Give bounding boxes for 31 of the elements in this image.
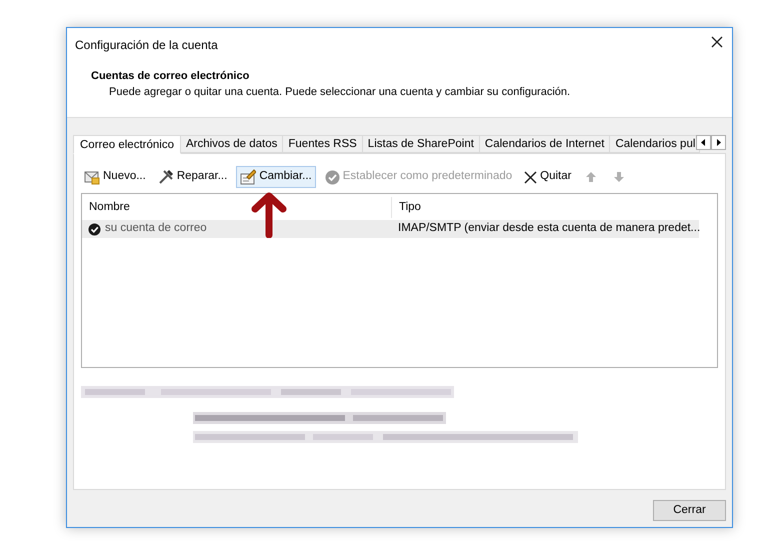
window-title: Configuración de la cuenta	[75, 37, 218, 54]
repair-button[interactable]: Reparar...	[154, 166, 230, 188]
edit-card-icon	[240, 169, 256, 185]
column-header[interactable]: Nombre	[82, 197, 391, 218]
change-button[interactable]: Cambiar...	[236, 166, 316, 188]
tab[interactable]: Correo electrónico	[73, 135, 181, 154]
check-circle-icon	[324, 170, 340, 184]
table-cell-text: su cuenta de correo	[105, 221, 207, 236]
tools-icon	[158, 169, 174, 185]
section-heading: Cuentas de correo electrónico	[91, 69, 250, 84]
remove-button[interactable]: Quitar	[521, 166, 574, 188]
tab[interactable]: Archivos de datos	[180, 135, 284, 153]
tab[interactable]: Calendarios pul	[610, 135, 700, 153]
column-header[interactable]: Tipo	[391, 197, 699, 218]
close-icon[interactable]	[711, 36, 723, 48]
table-cell-text: IMAP/SMTP (enviar desde esta cuenta de manera predet...	[398, 221, 700, 236]
up-arrow-icon	[585, 171, 598, 183]
default-account-icon	[88, 222, 101, 236]
close-button[interactable]: Cerrar	[653, 500, 726, 522]
table-row[interactable]: su cuenta de correo IMAP/SMTP (enviar desde esta cuenta de manera predet...	[82, 220, 699, 238]
scroll-right-icon[interactable]	[711, 135, 726, 150]
new-button[interactable]: Nuevo...	[81, 166, 149, 188]
section-description: Puede agregar o quitar una cuenta. Puede seleccionar una cuenta y cambiar su configuración.	[109, 85, 570, 100]
arrow-annotation	[251, 191, 287, 238]
down-arrow-icon	[613, 171, 626, 183]
tab[interactable]: Calendarios de Internet	[480, 135, 610, 153]
x-icon	[524, 170, 538, 184]
tab[interactable]: Fuentes RSS	[283, 135, 363, 153]
envelope-icon	[84, 169, 100, 185]
scroll-left-icon[interactable]	[696, 135, 711, 150]
tab[interactable]: Listas de SharePoint	[362, 135, 480, 153]
